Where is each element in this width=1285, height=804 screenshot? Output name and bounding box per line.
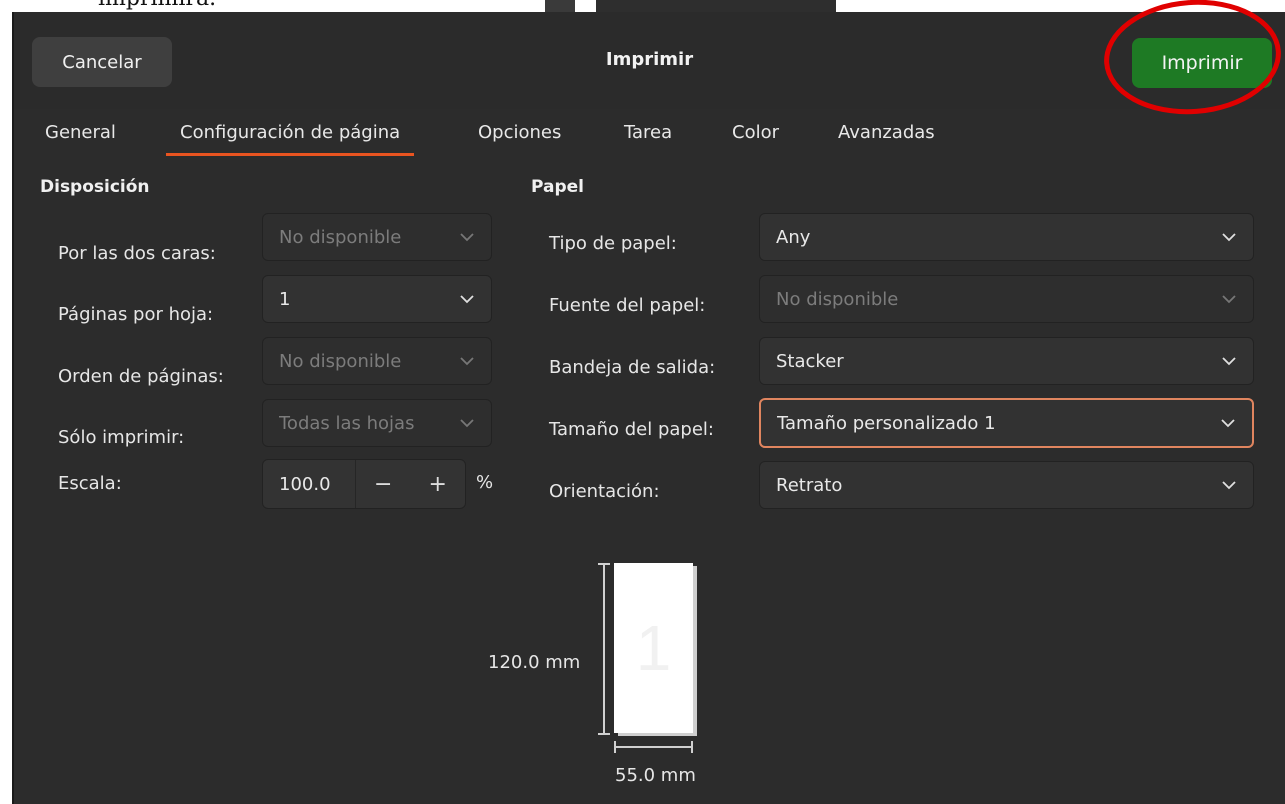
- orientation-value: Retrato: [776, 474, 843, 496]
- scale-label: Escala:: [58, 473, 122, 494]
- highlight-circle-annotation: [1100, 0, 1285, 121]
- tab-advanced[interactable]: Avanzadas: [838, 109, 935, 155]
- print-dialog: Cancelar Imprimir Imprimir General Confi…: [12, 0, 1285, 804]
- pages-per-sheet-select[interactable]: 1: [262, 275, 492, 323]
- chevron-down-icon: [1220, 415, 1236, 431]
- height-dimension-line: [603, 563, 605, 735]
- tab-color[interactable]: Color: [732, 109, 779, 155]
- pages-per-sheet-value: 1: [279, 288, 291, 310]
- paper-type-label: Tipo de papel:: [549, 233, 677, 254]
- dialog-titlebar: Cancelar Imprimir Imprimir: [14, 0, 1285, 121]
- width-dimension-cap: [691, 741, 693, 753]
- two-sided-value: No disponible: [279, 226, 402, 248]
- tab-job[interactable]: Tarea: [624, 109, 672, 155]
- width-dimension-cap: [614, 741, 616, 753]
- chevron-down-icon: [1221, 229, 1237, 245]
- chevron-down-icon: [1221, 353, 1237, 369]
- dialog-title: Imprimir: [605, 49, 694, 70]
- page-order-select[interactable]: No disponible: [262, 337, 492, 385]
- background-strip: [545, 0, 575, 12]
- layout-section-title: Disposición: [40, 177, 150, 197]
- tab-bar: General Configuración de página Opciones…: [14, 109, 1285, 157]
- chevron-down-icon: [459, 353, 475, 369]
- paper-type-select[interactable]: Any: [759, 213, 1254, 261]
- paper-size-label: Tamaño del papel:: [549, 419, 714, 440]
- output-tray-value: Stacker: [776, 350, 844, 372]
- paper-source-value: No disponible: [776, 288, 899, 310]
- height-dimension-cap: [598, 733, 610, 735]
- tab-general[interactable]: General: [45, 109, 116, 155]
- output-tray-select[interactable]: Stacker: [759, 337, 1254, 385]
- background-strip: [596, 0, 836, 12]
- paper-type-value: Any: [776, 226, 811, 248]
- scale-spinner: 100.0 − +: [262, 459, 466, 509]
- tab-page-setup[interactable]: Configuración de página: [165, 109, 415, 156]
- output-tray-label: Bandeja de salida:: [549, 357, 716, 378]
- paper-source-select[interactable]: No disponible: [759, 275, 1254, 323]
- height-dimension-cap: [598, 563, 610, 565]
- page-preview: 1: [614, 563, 693, 733]
- two-sided-label: Por las dos caras:: [58, 243, 216, 264]
- only-print-label: Sólo imprimir:: [58, 427, 185, 448]
- paper-size-select[interactable]: Tamaño personalizado 1: [759, 398, 1254, 448]
- scale-increase-button[interactable]: +: [411, 460, 466, 508]
- width-dimension-line: [614, 746, 693, 748]
- paper-section-title: Papel: [531, 177, 585, 197]
- scale-input[interactable]: 100.0: [263, 474, 355, 495]
- tab-options[interactable]: Opciones: [478, 109, 561, 155]
- orientation-select[interactable]: Retrato: [759, 461, 1254, 509]
- chevron-down-icon: [1221, 477, 1237, 493]
- chevron-down-icon: [459, 415, 475, 431]
- chevron-down-icon: [459, 291, 475, 307]
- chevron-down-icon: [459, 229, 475, 245]
- preview-width-label: 55.0 mm: [615, 765, 696, 786]
- chevron-down-icon: [1221, 291, 1237, 307]
- page-order-label: Orden de páginas:: [58, 366, 224, 387]
- paper-source-label: Fuente del papel:: [549, 295, 706, 316]
- preview-height-label: 120.0 mm: [488, 652, 581, 673]
- only-print-select[interactable]: Todas las hojas: [262, 399, 492, 447]
- pages-per-sheet-label: Páginas por hoja:: [58, 304, 214, 325]
- scale-unit: %: [476, 472, 494, 493]
- scale-decrease-button[interactable]: −: [356, 460, 411, 508]
- paper-size-value: Tamaño personalizado 1: [777, 412, 996, 434]
- only-print-value: Todas las hojas: [279, 412, 415, 434]
- page-order-value: No disponible: [279, 350, 402, 372]
- two-sided-select[interactable]: No disponible: [262, 213, 492, 261]
- background-document-text: imprimirá.: [98, 0, 216, 11]
- orientation-label: Orientación:: [549, 481, 660, 502]
